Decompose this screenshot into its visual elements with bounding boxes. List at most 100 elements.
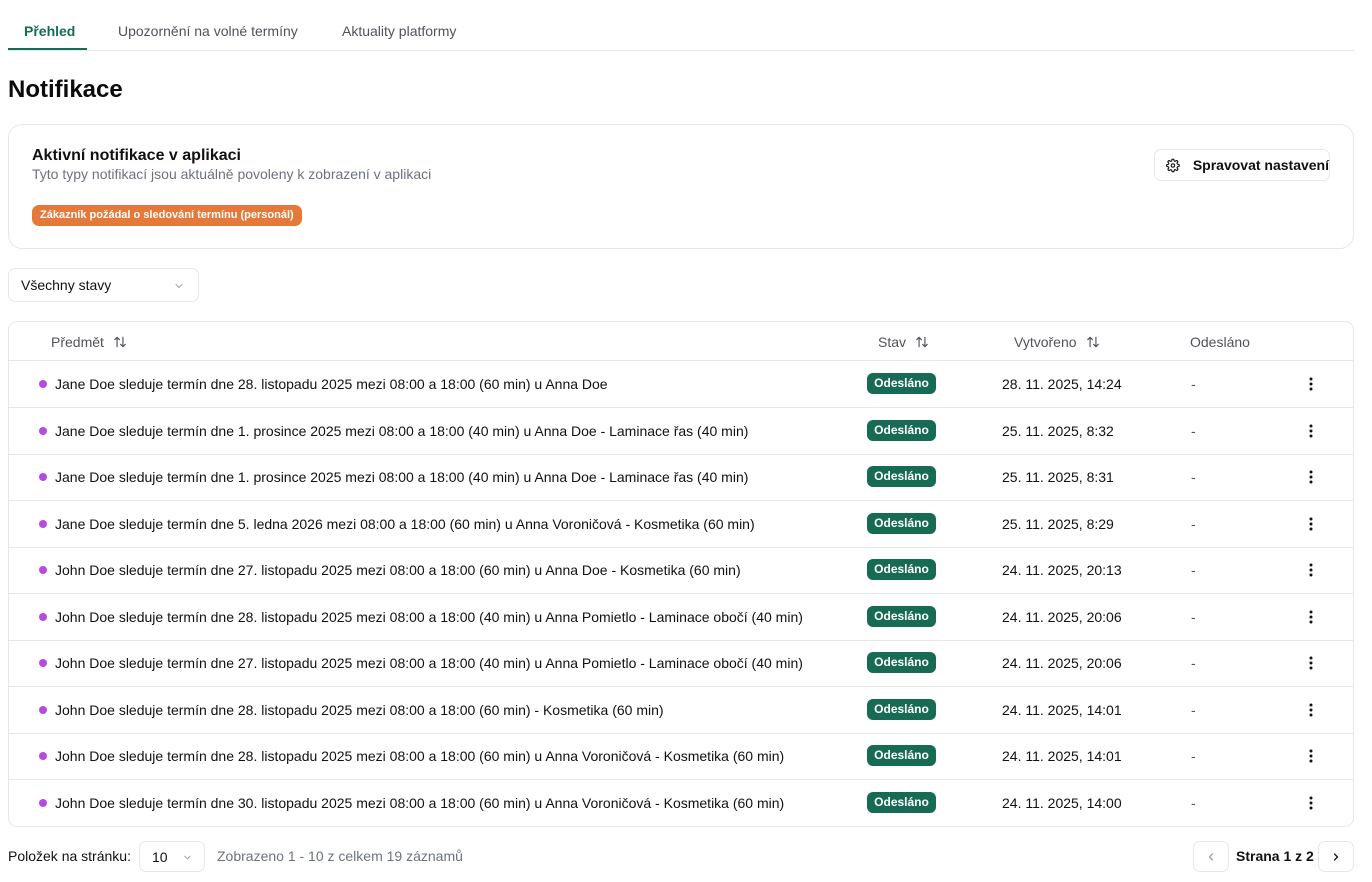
column-header-subject[interactable]: Předmět (51, 334, 127, 350)
row-sent: - (1191, 423, 1196, 439)
row-actions-button[interactable] (1303, 747, 1319, 765)
table-row[interactable]: Jane Doe sleduje termín dne 5. ledna 202… (9, 501, 1353, 548)
column-label-subject: Předmět (51, 334, 104, 350)
row-actions-button[interactable] (1303, 654, 1319, 672)
column-label-status: Stav (878, 334, 907, 350)
row-created: 25. 11. 2025, 8:32 (1002, 423, 1114, 439)
more-vertical-icon (1309, 796, 1313, 810)
manage-settings-label: Spravovat nastavení (1192, 157, 1329, 173)
unread-indicator (39, 520, 47, 528)
status-badge: Odesláno (867, 513, 936, 534)
unread-indicator (39, 613, 47, 621)
table-row[interactable]: John Doe sleduje termín dne 28. listopad… (9, 733, 1353, 780)
status-badge: Odesláno (867, 699, 936, 720)
manage-settings-button[interactable]: Spravovat nastavení (1154, 149, 1330, 181)
row-subject: Jane Doe sleduje termín dne 5. ledna 202… (55, 516, 755, 532)
row-created: 24. 11. 2025, 20:06 (1002, 609, 1122, 625)
unread-indicator (39, 659, 47, 667)
gear-icon (1166, 158, 1180, 172)
row-created: 24. 11. 2025, 14:01 (1002, 748, 1122, 764)
more-vertical-icon (1309, 470, 1313, 484)
more-vertical-icon (1309, 424, 1313, 438)
active-notifications-card: Aktivní notifikace v aplikaci Tyto typy … (8, 124, 1354, 249)
next-page-button[interactable] (1318, 841, 1354, 872)
row-subject: John Doe sleduje termín dne 28. listopad… (55, 702, 664, 718)
tab-platform-news[interactable]: Aktuality platformy (342, 23, 456, 39)
row-sent: - (1191, 469, 1196, 485)
row-actions-button[interactable] (1303, 561, 1319, 579)
row-created: 28. 11. 2025, 14:24 (1002, 376, 1122, 392)
page-indicator: Strana 1 z 2 (1236, 848, 1314, 864)
unread-indicator (39, 380, 47, 388)
table-row[interactable]: John Doe sleduje termín dne 30. listopad… (9, 780, 1353, 826)
card-title: Aktivní notifikace v aplikaci (32, 147, 241, 164)
row-actions-button[interactable] (1303, 422, 1319, 440)
notification-type-badge: Zákazník požádal o sledování termínu (pe… (32, 205, 302, 226)
active-tab-indicator (8, 48, 87, 50)
notifications-table: Předmět Stav Vytvořeno Odesláno Jane Doe… (8, 321, 1354, 827)
status-badge: Odesláno (867, 745, 936, 766)
table-row[interactable]: John Doe sleduje termín dne 28. listopad… (9, 594, 1353, 641)
unread-indicator (39, 427, 47, 435)
row-created: 25. 11. 2025, 8:31 (1002, 469, 1114, 485)
row-sent: - (1191, 516, 1196, 532)
status-badge: Odesláno (867, 466, 936, 487)
unread-indicator (39, 706, 47, 714)
status-filter-select[interactable]: Všechny stavy (8, 268, 199, 302)
sort-icon (1086, 336, 1099, 348)
status-badge: Odesláno (867, 792, 936, 813)
column-header-sent: Odesláno (1190, 334, 1250, 350)
status-filter-value: Všechny stavy (21, 277, 112, 293)
row-subject: John Doe sleduje termín dne 27. listopad… (55, 562, 741, 578)
column-header-created[interactable]: Vytvořeno (1014, 334, 1100, 350)
status-badge: Odesláno (867, 420, 936, 441)
row-sent: - (1191, 702, 1196, 718)
row-subject: John Doe sleduje termín dne 28. listopad… (55, 609, 803, 625)
row-actions-button[interactable] (1303, 608, 1319, 626)
row-actions-button[interactable] (1303, 794, 1319, 812)
row-created: 24. 11. 2025, 20:06 (1002, 655, 1122, 671)
table-row[interactable]: Jane Doe sleduje termín dne 1. prosince … (9, 454, 1353, 501)
per-page-select[interactable]: 10 (139, 841, 205, 872)
row-sent: - (1191, 376, 1196, 392)
more-vertical-icon (1309, 610, 1313, 624)
unread-indicator (39, 473, 47, 481)
more-vertical-icon (1309, 749, 1313, 763)
sort-icon (114, 336, 126, 348)
more-vertical-icon (1309, 656, 1313, 670)
row-subject: Jane Doe sleduje termín dne 1. prosince … (55, 423, 749, 439)
table-row[interactable]: John Doe sleduje termín dne 27. listopad… (9, 547, 1353, 594)
status-badge: Odesláno (867, 559, 936, 580)
results-range-text: Zobrazeno 1 - 10 z celkem 19 záznamů (217, 848, 463, 864)
column-header-status[interactable]: Stav (878, 334, 929, 350)
chevron-down-icon (184, 855, 191, 860)
row-subject: John Doe sleduje termín dne 28. listopad… (55, 748, 785, 764)
per-page-label: Položek na stránku: (8, 848, 131, 864)
tab-overview[interactable]: Přehled (24, 23, 75, 39)
more-vertical-icon (1309, 563, 1313, 577)
row-actions-button[interactable] (1303, 515, 1319, 533)
row-actions-button[interactable] (1303, 468, 1319, 486)
status-badge: Odesláno (867, 606, 936, 627)
table-row[interactable]: John Doe sleduje termín dne 27. listopad… (9, 640, 1353, 687)
column-label-created: Vytvořeno (1014, 334, 1077, 350)
row-sent: - (1191, 748, 1196, 764)
row-subject: Jane Doe sleduje termín dne 1. prosince … (55, 469, 749, 485)
unread-indicator (39, 566, 47, 574)
row-sent: - (1191, 795, 1196, 811)
row-sent: - (1191, 562, 1196, 578)
table-header: Předmět Stav Vytvořeno Odesláno (9, 322, 1353, 361)
row-actions-button[interactable] (1303, 375, 1319, 393)
table-row[interactable]: Jane Doe sleduje termín dne 28. listopad… (9, 361, 1353, 408)
table-row[interactable]: Jane Doe sleduje termín dne 1. prosince … (9, 408, 1353, 455)
more-vertical-icon (1309, 517, 1313, 531)
previous-page-button[interactable] (1193, 841, 1229, 872)
table-row[interactable]: John Doe sleduje termín dne 28. listopad… (9, 687, 1353, 734)
unread-indicator (39, 752, 47, 760)
tab-bar: Přehled Upozornění na volné termíny Aktu… (8, 0, 1354, 51)
row-subject: John Doe sleduje termín dne 30. listopad… (55, 795, 785, 811)
tab-free-slot-alerts[interactable]: Upozornění na volné termíny (118, 23, 298, 39)
page-title: Notifikace (8, 76, 123, 103)
more-vertical-icon (1309, 377, 1313, 391)
row-actions-button[interactable] (1303, 701, 1319, 719)
